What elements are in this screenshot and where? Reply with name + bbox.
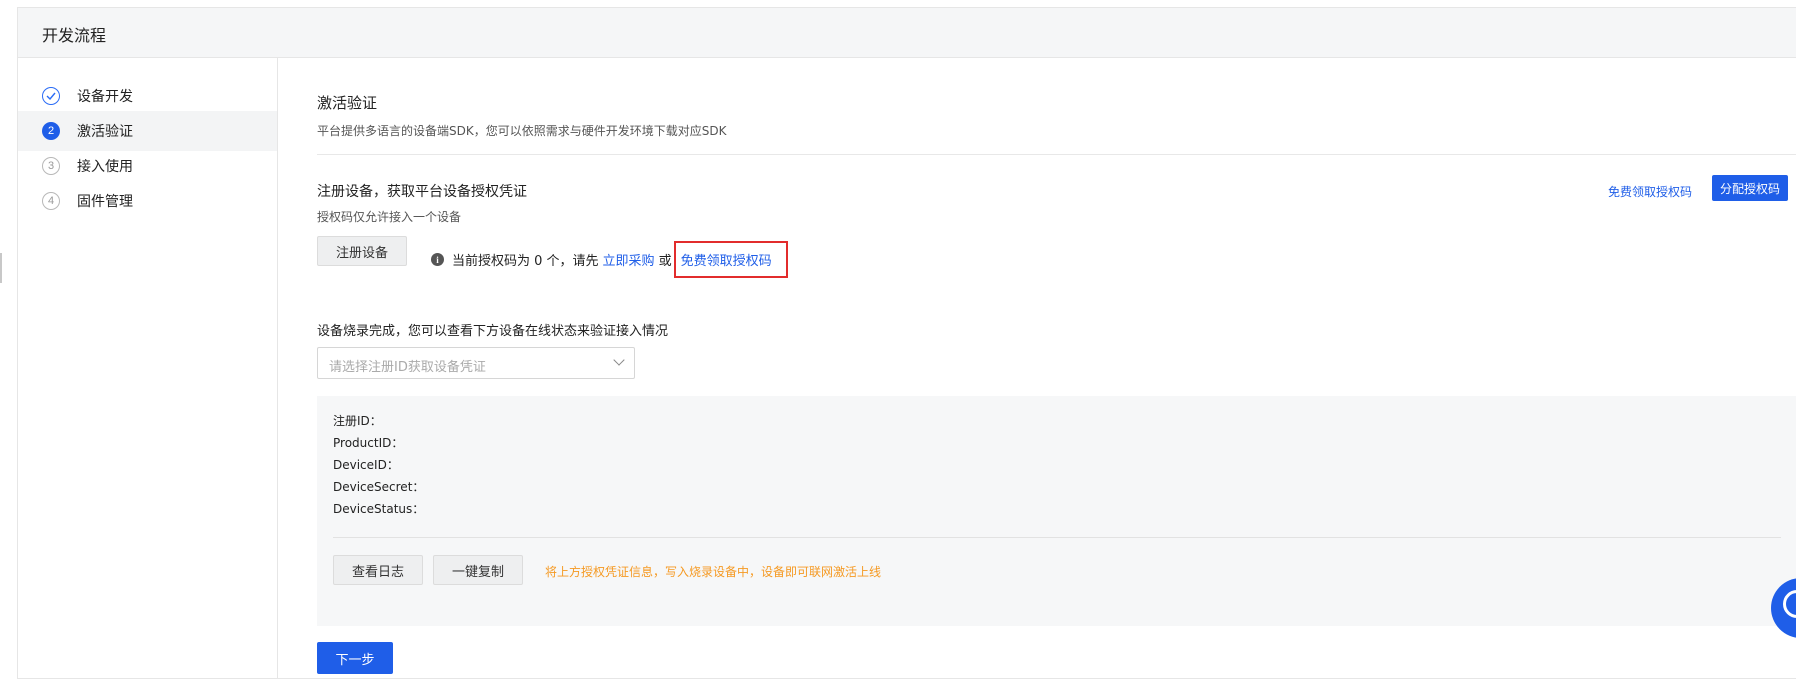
dev-flow-card: 开发流程 设备开发 2 激活验证 3 接入使用 4 固件管理 激活验证 平台提供… bbox=[17, 7, 1796, 679]
step-item-firmware[interactable]: 4 固件管理 bbox=[18, 181, 277, 221]
burn-complete-title: 设备烧录完成，您可以查看下方设备在线状态来验证接入情况 bbox=[317, 324, 669, 339]
credential-field: 注册ID： bbox=[333, 414, 382, 428]
credential-field: DeviceID： bbox=[333, 458, 399, 472]
copy-all-button[interactable]: 一键复制 bbox=[433, 555, 523, 585]
left-gutter bbox=[0, 0, 17, 665]
collapse-handle[interactable] bbox=[0, 253, 2, 283]
section-description: 平台提供多语言的设备端SDK，您可以依照需求与硬件开发环境下载对应SDK bbox=[317, 124, 727, 138]
step-label: 设备开发 bbox=[77, 89, 133, 105]
buy-now-link[interactable]: 立即采购 bbox=[603, 250, 655, 269]
help-icon bbox=[1783, 590, 1796, 618]
page-title: 开发流程 bbox=[42, 26, 107, 45]
divider bbox=[333, 537, 1781, 538]
assign-auth-code-button[interactable]: 分配授权码 bbox=[1712, 175, 1788, 201]
step-label: 固件管理 bbox=[77, 194, 133, 210]
register-subtitle: 授权码仅允许接入一个设备 bbox=[317, 210, 462, 224]
auth-code-notice: i 当前授权码为 0 个，请先 立即采购 或 免费领取授权码 bbox=[431, 241, 788, 278]
credentials-panel: 注册ID： ProductID： DeviceID： DeviceSecret：… bbox=[317, 396, 1796, 626]
step-item-activation[interactable]: 2 激活验证 bbox=[18, 111, 277, 151]
credential-field: ProductID： bbox=[333, 436, 404, 450]
free-auth-code-link[interactable]: 免费领取授权码 bbox=[1608, 183, 1692, 200]
next-step-button[interactable]: 下一步 bbox=[317, 642, 393, 674]
step-sidebar: 设备开发 2 激活验证 3 接入使用 4 固件管理 bbox=[18, 58, 278, 678]
card-header: 开发流程 bbox=[18, 8, 1796, 58]
step-number-badge: 2 bbox=[42, 122, 60, 140]
step-number-badge: 3 bbox=[42, 157, 60, 175]
info-icon: i bbox=[431, 253, 444, 266]
credential-field: DeviceStatus： bbox=[333, 502, 425, 516]
check-icon bbox=[42, 87, 60, 105]
divider bbox=[317, 154, 1796, 155]
register-id-select[interactable]: 请选择注册ID获取设备凭证 bbox=[317, 347, 635, 379]
chevron-down-icon bbox=[613, 354, 625, 366]
free-auth-code-inline-link[interactable]: 免费领取授权码 bbox=[673, 241, 788, 278]
or-text: 或 bbox=[658, 254, 672, 269]
step-item-device-dev[interactable]: 设备开发 bbox=[18, 76, 277, 116]
step-label: 接入使用 bbox=[77, 159, 133, 175]
step-item-access[interactable]: 3 接入使用 bbox=[18, 146, 277, 186]
step-number-badge: 4 bbox=[42, 192, 60, 210]
view-log-button[interactable]: 查看日志 bbox=[333, 555, 423, 585]
step-label: 激活验证 bbox=[77, 124, 133, 140]
select-placeholder: 请选择注册ID获取设备凭证 bbox=[329, 360, 486, 375]
write-credentials-hint: 将上方授权凭证信息，写入烧录设备中，设备即可联网激活上线 bbox=[545, 565, 882, 579]
credential-field: DeviceSecret： bbox=[333, 480, 425, 494]
notice-text: 当前授权码为 0 个，请先 bbox=[452, 254, 599, 269]
section-title: 激活验证 bbox=[317, 94, 378, 112]
register-title: 注册设备，获取平台设备授权凭证 bbox=[317, 184, 527, 200]
register-device-button[interactable]: 注册设备 bbox=[317, 236, 407, 266]
